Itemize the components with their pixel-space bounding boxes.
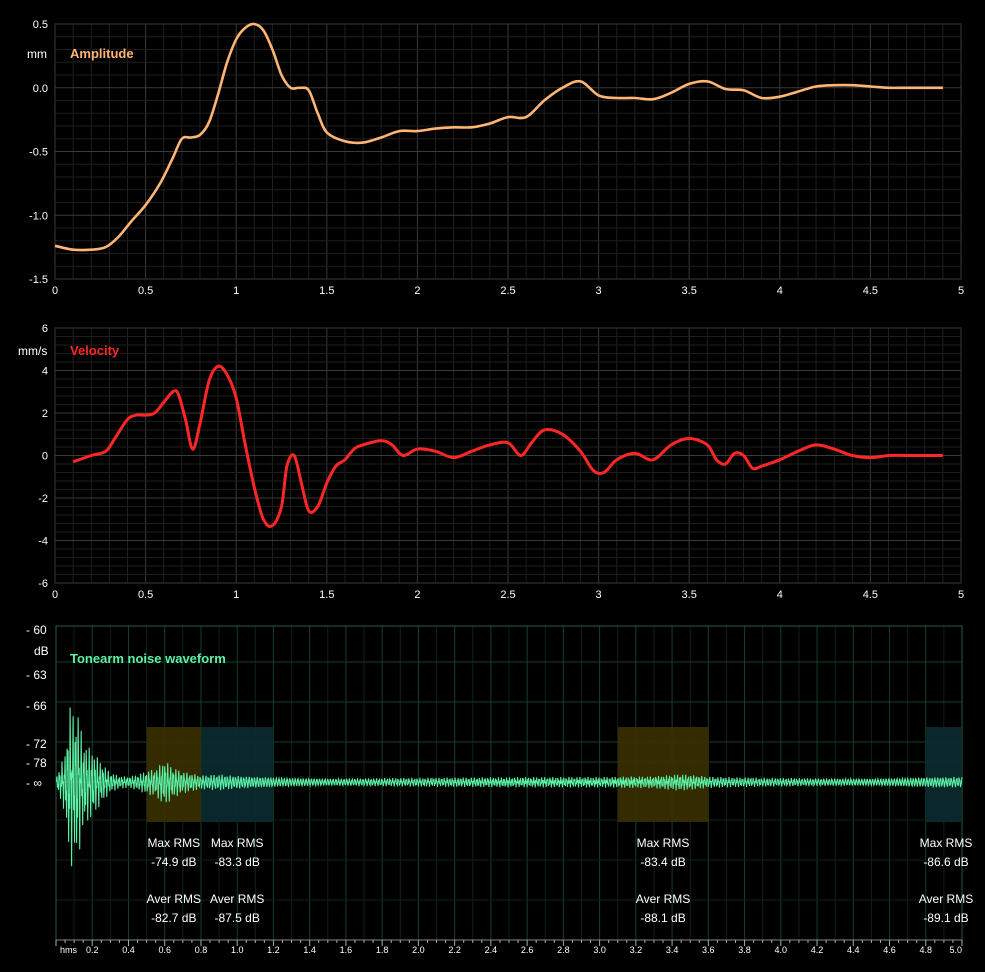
noise-y-tick-label: - 66 [26, 699, 47, 713]
x-tick-label: 1 [233, 285, 239, 297]
noise-y-tick-label: - 60 [26, 623, 47, 637]
x-tick-label: 1.5 [319, 589, 334, 601]
noise-title: Tonearm noise waveform [70, 651, 226, 666]
noise-x-tick-label: 1.0 [231, 945, 244, 955]
max-rms-value: -74.9 dB [151, 855, 196, 869]
y-tick-label: 0 [42, 451, 48, 463]
noise-x-tick-label: 5.0 [949, 945, 962, 955]
noise-x-tick-label: 4.6 [883, 945, 896, 955]
noise-x-tick-label: 3.6 [702, 945, 715, 955]
noise-x-tick-label: 3.4 [666, 945, 679, 955]
y-tick-label: -1.0 [29, 210, 48, 222]
velocity-unit-label: mm/s [18, 344, 47, 358]
figure-background [0, 0, 985, 972]
aver-rms-value: -88.1 dB [640, 911, 685, 925]
noise-x-tick-label: 0.2 [86, 945, 99, 955]
x-tick-label: 1.5 [319, 285, 334, 297]
noise-x-tick-label: 2.0 [412, 945, 425, 955]
max-rms-label: Max RMS [211, 836, 264, 850]
y-tick-label: -1.5 [29, 274, 48, 286]
x-tick-label: 3 [596, 285, 602, 297]
x-tick-label: 4 [777, 285, 783, 297]
aver-rms-label: Aver RMS [210, 892, 264, 906]
x-tick-label: 0 [52, 589, 58, 601]
noise-x-tick-label: 1.4 [303, 945, 316, 955]
x-tick-label: 0 [52, 285, 58, 297]
noise-y-tick-label: - 63 [26, 668, 47, 682]
noise-x-tick-label: 1.8 [376, 945, 389, 955]
noise-x-tick-label: 2.6 [521, 945, 534, 955]
y-tick-label: 0.0 [33, 83, 48, 95]
amplitude-title: Amplitude [70, 46, 134, 61]
x-tick-label: 4 [777, 589, 783, 601]
x-tick-label: 3.5 [682, 589, 697, 601]
aver-rms-value: -82.7 dB [151, 911, 196, 925]
x-tick-label: 5 [958, 589, 964, 601]
noise-x-tick-label: 2.8 [557, 945, 570, 955]
noise-x-tick-label: 4.2 [811, 945, 824, 955]
rms-region-blue [925, 727, 962, 822]
aver-rms-label: Aver RMS [147, 892, 201, 906]
aver-rms-value: -87.5 dB [215, 911, 260, 925]
x-tick-label: 1 [233, 589, 239, 601]
x-tick-label: 2.5 [500, 589, 515, 601]
noise-y-tick-label: - 78 [26, 756, 47, 770]
noise-x-tick-label: 0.8 [195, 945, 208, 955]
noise-unit-label: dB [34, 644, 49, 658]
noise-y-tick-label: - 72 [26, 737, 47, 751]
x-tick-label: 4.5 [863, 285, 878, 297]
noise-x-tick-label: 4.4 [847, 945, 860, 955]
aver-rms-label: Aver RMS [636, 892, 690, 906]
noise-x-tick-label: 4.8 [920, 945, 933, 955]
y-tick-label: 4 [42, 366, 48, 378]
noise-x-tick-label: 1.2 [267, 945, 280, 955]
max-rms-label: Max RMS [920, 836, 973, 850]
x-tick-label: 0.5 [138, 285, 153, 297]
noise-x-tick-label: 4.0 [775, 945, 788, 955]
y-tick-label: -6 [38, 578, 48, 590]
noise-x-tick-label: 1.6 [340, 945, 353, 955]
y-tick-label: 6 [42, 323, 48, 335]
max-rms-value: -83.4 dB [640, 855, 685, 869]
aver-rms-value: -89.1 dB [923, 911, 968, 925]
x-tick-label: 3 [596, 589, 602, 601]
noise-x-tick-label: 0.4 [122, 945, 135, 955]
x-tick-label: 2.5 [500, 285, 515, 297]
noise-x-tick-label: 3.0 [593, 945, 606, 955]
max-rms-label: Max RMS [147, 836, 200, 850]
x-tick-label: 3.5 [682, 285, 697, 297]
noise-x-tick-label: 3.8 [738, 945, 751, 955]
noise-x-tick-label: 2.2 [448, 945, 461, 955]
x-tick-label: 2 [414, 589, 420, 601]
x-tick-label: 4.5 [863, 589, 878, 601]
rms-region-blue [200, 727, 274, 822]
x-tick-label: 0.5 [138, 589, 153, 601]
amplitude-unit-label: mm [27, 47, 47, 61]
noise-x-axis-label: hms [60, 945, 78, 955]
max-rms-label: Max RMS [637, 836, 690, 850]
y-tick-label: 0.5 [33, 19, 48, 31]
aver-rms-label: Aver RMS [919, 892, 973, 906]
noise-x-tick-label: 3.2 [630, 945, 643, 955]
x-tick-label: 5 [958, 285, 964, 297]
y-tick-label: -2 [38, 493, 48, 505]
tonearm-analysis-figure: 0 0.5 1 1.5 2 2.5 3 3.5 4 4.5 5 0.5 0.0 -0.5 -1.0 -1.5… [0, 0, 985, 972]
velocity-title: Velocity [70, 343, 120, 358]
y-tick-label: -4 [38, 536, 48, 548]
noise-x-tick-label: 0.6 [158, 945, 171, 955]
noise-y-tick-label: - ∞ [26, 776, 42, 790]
y-tick-label: -0.5 [29, 147, 48, 159]
max-rms-value: -83.3 dB [215, 855, 260, 869]
max-rms-value: -86.6 dB [923, 855, 968, 869]
noise-x-tick-label: 2.4 [485, 945, 498, 955]
x-tick-label: 2 [414, 285, 420, 297]
y-tick-label: 2 [42, 408, 48, 420]
rms-region-yellow [617, 727, 709, 822]
